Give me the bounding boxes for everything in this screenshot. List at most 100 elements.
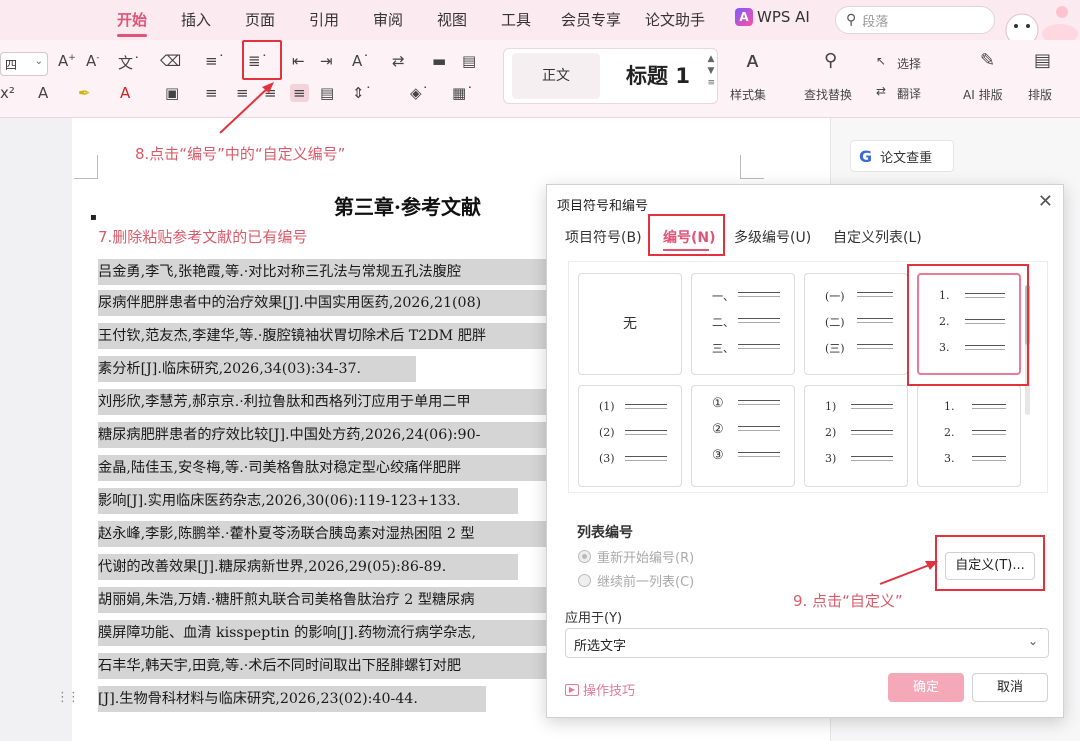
- apply-to-select[interactable]: 所选文字 ⌄: [565, 628, 1049, 658]
- font-color-icon[interactable]: A: [120, 84, 130, 102]
- reference-line: 吕金勇,李飞,张艳霞,等.·对比对称三孔法与常规五孔法腹腔: [98, 259, 558, 285]
- numbering-style-circled[interactable]: ① ② ③: [691, 385, 795, 487]
- layout-button[interactable]: 排版: [1028, 86, 1052, 103]
- numbering-tab-highlight: [648, 214, 725, 256]
- style-heading-1[interactable]: 标题 1: [608, 53, 708, 99]
- list-number: (3): [599, 452, 615, 465]
- translate-icon: ⇄: [876, 84, 887, 98]
- annotation-step9: 9. 点击“自定义”: [793, 592, 903, 610]
- paper-check-button[interactable]: G 论文查重: [850, 140, 954, 172]
- shading-icon[interactable]: ◈˙: [410, 84, 429, 102]
- justify-icon[interactable]: ≡: [290, 84, 309, 102]
- highlight-icon[interactable]: ✒: [78, 84, 91, 102]
- menu-tab-paper-assistant[interactable]: 论文助手: [645, 9, 705, 30]
- style-normal[interactable]: 正文: [512, 53, 600, 99]
- text-effect-icon[interactable]: A: [38, 84, 48, 102]
- restart-numbering-radio[interactable]: 重新开始编号(R): [578, 547, 694, 566]
- superscript-icon[interactable]: x²: [0, 84, 15, 102]
- restart-numbering-label: 重新开始编号(R): [597, 551, 695, 566]
- reference-line: 胡丽娟,朱浩,万婧.·糖肝煎丸联合司美格鲁肽治疗 2 型糖尿病: [98, 587, 558, 613]
- bullet-list-icon[interactable]: ≡˙: [205, 52, 225, 70]
- decrease-indent-icon[interactable]: ⇤: [292, 52, 305, 70]
- list-number: 一、: [712, 290, 734, 303]
- tips-link[interactable]: ▶ 操作技巧: [565, 680, 635, 699]
- reference-line: 石丰华,韩天宇,田竟,等.·术后不同时间取出下胫腓螺钉对肥: [98, 653, 558, 679]
- char-border-icon[interactable]: ▣: [165, 84, 179, 102]
- continue-numbering-radio[interactable]: 继续前一列表(C): [578, 571, 694, 590]
- menu-tab-insert[interactable]: 插入: [181, 9, 211, 30]
- borders-icon[interactable]: ▦˙: [452, 84, 474, 102]
- list-number: 1.: [944, 400, 955, 413]
- ai-layout-button[interactable]: AI 排版: [963, 86, 1003, 103]
- reference-line: 王付钦,范友杰,李建华,等.·腹腔镜袖状胃切除术后 T2DM 肥胖: [98, 323, 558, 349]
- find-replace-button[interactable]: 查找替换: [804, 86, 852, 103]
- list-numbering-label: 列表编号: [577, 525, 633, 541]
- ok-button[interactable]: 确定: [888, 673, 964, 702]
- line-spacing-icon[interactable]: ⇕˙: [352, 84, 372, 102]
- numbering-style-chinese-paren[interactable]: (一) (二) (三): [804, 273, 908, 375]
- reference-line: 金晶,陆佳玉,安冬梅,等.·司美格鲁肽对稳定型心绞痛伴肥胖: [98, 455, 558, 481]
- paper-check-label: 论文查重: [880, 150, 933, 166]
- chevron-down-icon: ⌄: [1027, 634, 1038, 648]
- drag-handle-icon[interactable]: ⋮⋮: [56, 690, 80, 705]
- gallery-scroll-icon[interactable]: ▲ ▼ ≡: [707, 53, 715, 89]
- menu-tab-view[interactable]: 视图: [437, 9, 467, 30]
- tab-custom-list[interactable]: 自定义列表(L): [833, 227, 922, 247]
- menu-tab-page[interactable]: 页面: [245, 9, 275, 30]
- tips-label: 操作技巧: [583, 684, 636, 699]
- grow-font-icon[interactable]: A+: [58, 52, 76, 70]
- menu-tab-tools[interactable]: 工具: [501, 9, 531, 30]
- select-button[interactable]: 选择: [897, 55, 921, 72]
- menu-tab-review[interactable]: 审阅: [373, 9, 403, 30]
- numbering-style-chinese[interactable]: 一、 二、 三、: [691, 273, 795, 375]
- paper-check-icon: G: [859, 146, 873, 166]
- dialog-title: 项目符号和编号: [557, 199, 649, 214]
- style-gallery[interactable]: 正文 标题 1 ▲ ▼ ≡: [503, 48, 718, 104]
- numbering-style-none[interactable]: 无: [578, 273, 682, 375]
- wps-ai-button[interactable]: A WPS AI: [735, 8, 810, 26]
- list-number: 三、: [712, 342, 734, 355]
- text-direction-icon[interactable]: A˙: [352, 52, 370, 70]
- reference-line: 代谢的改善效果[J].糖尿病新世界,2026,29(05):86-89.: [98, 554, 518, 580]
- distribute-icon[interactable]: ▤: [320, 84, 334, 102]
- style-set-button[interactable]: 样式集: [730, 86, 766, 103]
- play-icon: ▶: [565, 683, 579, 696]
- numbering-style-arabic-half-paren[interactable]: 1) 2) 3): [804, 385, 908, 487]
- list-number: 2.: [944, 426, 955, 439]
- wps-ai-icon: A: [735, 8, 753, 26]
- document-title: 第三章·参考文献: [334, 195, 481, 219]
- phonetic-icon[interactable]: 文˙: [118, 52, 141, 73]
- font-size-value: 四: [5, 58, 18, 72]
- wps-ai-label: WPS AI: [757, 8, 810, 26]
- numbering-style-arabic-dot-indent[interactable]: 1. 2. 3.: [917, 385, 1021, 487]
- numbering-style-arabic-paren[interactable]: (1) (2) (3): [578, 385, 682, 487]
- style-set-icon: ᴀ: [746, 48, 760, 73]
- table-insert-icon[interactable]: ▤: [462, 52, 476, 70]
- numbering-button-highlight: [242, 40, 282, 80]
- increase-indent-icon[interactable]: ⇥: [320, 52, 333, 70]
- annotation-step8: 8.点击“编号”中的“自定义编号”: [135, 145, 346, 163]
- cancel-button[interactable]: 取消: [972, 673, 1048, 702]
- shrink-font-icon[interactable]: A-: [86, 52, 100, 70]
- reference-line: [J].生物骨科材料与临床研究,2026,23(02):40-44.: [98, 686, 486, 712]
- close-icon[interactable]: ✕: [1038, 191, 1053, 212]
- sort-icon[interactable]: ⇄: [392, 52, 405, 70]
- show-marks-icon[interactable]: ▬: [432, 52, 446, 70]
- tab-multilevel[interactable]: 多级编号(U): [734, 227, 811, 247]
- radio-dot: [578, 574, 591, 587]
- list-number: (1): [599, 400, 615, 413]
- tab-bullets[interactable]: 项目符号(B): [565, 227, 642, 247]
- translate-button[interactable]: 翻译: [897, 85, 921, 102]
- apply-to-label: 应用于(Y): [565, 611, 623, 626]
- menu-tab-member[interactable]: 会员专享: [561, 9, 621, 30]
- search-input[interactable]: ⚲ 段落: [835, 6, 995, 34]
- ribbon: 四 ⌄ A+ A- 文˙ ⌫ ≡˙ ≣˙ ⇤ ⇥ A˙ ⇄ ▬ ▤ x² A ✒…: [0, 40, 1080, 118]
- annotation-arrow-step9: [879, 561, 938, 585]
- font-size-select[interactable]: 四 ⌄: [0, 52, 48, 76]
- list-number: 1): [825, 400, 837, 413]
- clear-format-icon[interactable]: ⌫: [160, 52, 181, 70]
- menu-tab-references[interactable]: 引用: [309, 9, 339, 30]
- selected-style-highlight: [907, 264, 1029, 386]
- layout-icon: ▤: [1034, 50, 1052, 71]
- menu-tab-home[interactable]: 开始: [117, 9, 148, 37]
